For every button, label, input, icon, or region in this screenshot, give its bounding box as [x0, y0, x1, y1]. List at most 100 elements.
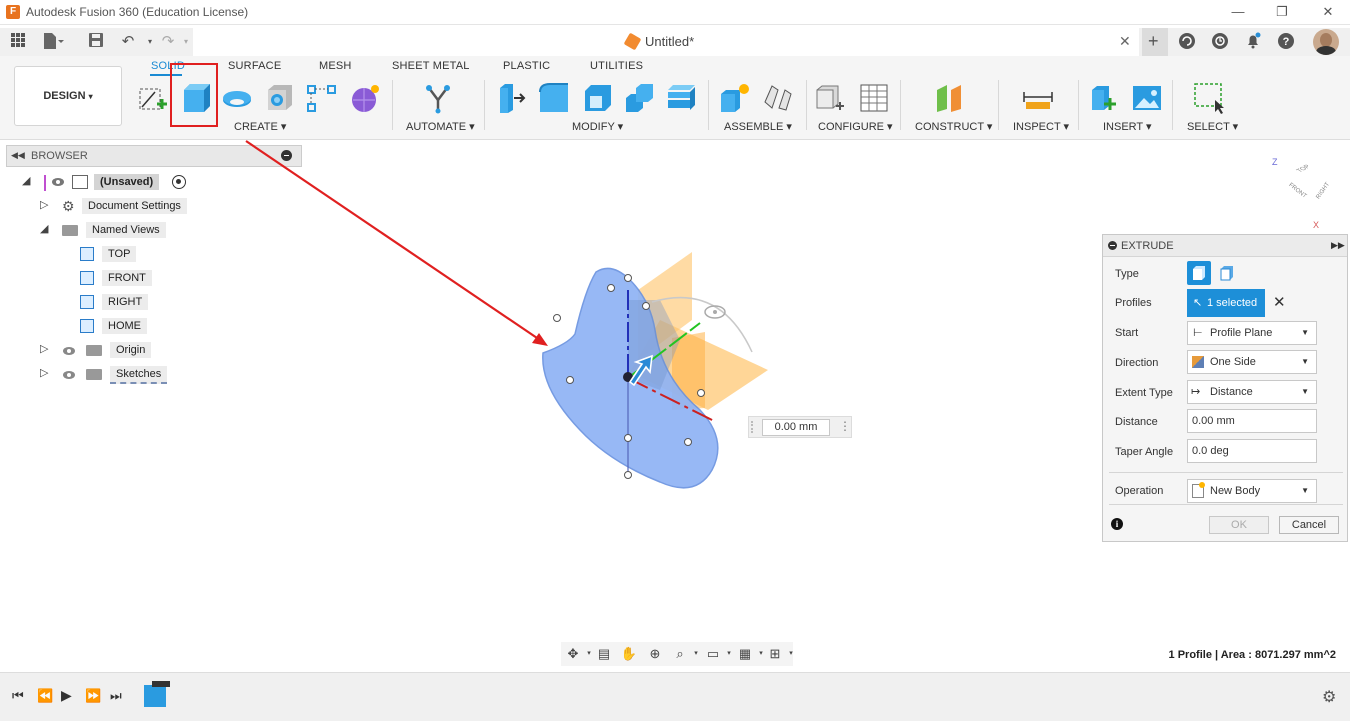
- profiles-select-button[interactable]: ↖ 1 selected: [1187, 289, 1265, 317]
- undo-icon[interactable]: ↶: [118, 32, 138, 52]
- play-icon[interactable]: ▶: [61, 687, 72, 704]
- extent-type-label: Extent Type: [1115, 387, 1173, 399]
- sketch-point[interactable]: [697, 389, 705, 397]
- timeline-sketch-feature[interactable]: [142, 681, 170, 709]
- construct-group-label[interactable]: CONSTRUCT ▾: [915, 120, 992, 133]
- tab-surface[interactable]: SURFACE: [228, 60, 281, 72]
- help-icon[interactable]: ?: [1276, 32, 1296, 52]
- select-group-label[interactable]: SELECT ▾: [1187, 120, 1238, 133]
- workspace-switcher-button[interactable]: DESIGN ▾: [14, 66, 122, 126]
- insert-group-label[interactable]: INSERT ▾: [1103, 120, 1152, 133]
- viewcube-x-label: X: [1313, 220, 1320, 230]
- create-form-icon[interactable]: [349, 82, 381, 114]
- create-group-label[interactable]: CREATE ▾: [234, 120, 286, 133]
- cancel-button[interactable]: Cancel: [1279, 516, 1339, 534]
- viewports-dropdown-icon[interactable]: ▾: [781, 645, 801, 663]
- sketch-point[interactable]: [566, 376, 574, 384]
- save-icon[interactable]: [86, 32, 106, 52]
- pan-hand-icon[interactable]: ✋: [619, 645, 639, 663]
- minimize-button[interactable]: —: [1228, 3, 1248, 21]
- timeline-settings-gear-icon[interactable]: ⚙: [1322, 687, 1336, 707]
- split-body-icon[interactable]: [666, 82, 698, 114]
- press-pull-icon[interactable]: [496, 82, 528, 114]
- type-solid-button[interactable]: [1187, 261, 1211, 285]
- configure-table-icon[interactable]: [814, 82, 846, 114]
- sketch-point[interactable]: [607, 284, 615, 292]
- viewport-canvas[interactable]: [0, 140, 1100, 640]
- clear-selection-icon[interactable]: ✕: [1273, 293, 1286, 311]
- sync-icon[interactable]: [1177, 32, 1197, 52]
- revolve-icon[interactable]: [221, 82, 253, 114]
- hole-icon[interactable]: [264, 82, 296, 114]
- insert-derive-icon[interactable]: [1088, 82, 1120, 114]
- automate-icon[interactable]: [422, 82, 454, 114]
- joint-icon[interactable]: [762, 82, 794, 114]
- offset-plane-icon[interactable]: [934, 82, 966, 114]
- file-menu-icon[interactable]: [42, 32, 64, 52]
- go-to-end-icon[interactable]: ⏭: [110, 688, 122, 704]
- new-tab-button[interactable]: +: [1142, 28, 1168, 56]
- dialog-divider: [1109, 504, 1343, 505]
- start-dropdown[interactable]: ⊢ Profile Plane ▼: [1187, 321, 1317, 345]
- measure-icon[interactable]: [1022, 82, 1054, 114]
- profiles-selected-label: 1 selected: [1207, 297, 1258, 309]
- tab-mesh[interactable]: MESH: [319, 60, 352, 72]
- taper-angle-field[interactable]: 0.0 deg: [1187, 439, 1317, 463]
- data-panel-grid-icon[interactable]: [8, 32, 28, 52]
- configure-grid-icon[interactable]: [858, 82, 890, 114]
- drag-grip-icon[interactable]: [751, 421, 757, 433]
- distance-floating-input: 0.00 mm ⋮: [748, 416, 852, 438]
- maximize-button[interactable]: ❐: [1272, 3, 1292, 21]
- extent-type-dropdown[interactable]: ↦ Distance ▼: [1187, 380, 1317, 404]
- sketch-point[interactable]: [624, 471, 632, 479]
- sketch-point[interactable]: [624, 434, 632, 442]
- step-forward-icon[interactable]: ⏩: [85, 688, 101, 704]
- tab-plastic[interactable]: PLASTIC: [503, 60, 550, 72]
- modify-group-label[interactable]: MODIFY ▾: [572, 120, 623, 133]
- step-back-icon[interactable]: ⏪: [37, 688, 53, 704]
- go-to-start-icon[interactable]: ⏮: [12, 688, 24, 704]
- combine-icon[interactable]: [624, 82, 656, 114]
- user-avatar[interactable]: [1313, 29, 1339, 55]
- configure-group-label[interactable]: CONFIGURE ▾: [818, 120, 893, 133]
- assemble-group-label[interactable]: ASSEMBLE ▾: [724, 120, 792, 133]
- shell-icon[interactable]: [582, 82, 614, 114]
- tab-sheet-metal[interactable]: SHEET METAL: [392, 60, 470, 72]
- document-title: Untitled*: [645, 34, 695, 49]
- look-at-icon[interactable]: ▤: [594, 645, 614, 663]
- insert-image-icon[interactable]: [1131, 82, 1163, 114]
- distance-input-field[interactable]: 0.00 mm: [762, 419, 830, 436]
- collapse-dialog-icon[interactable]: [1108, 241, 1117, 250]
- notifications-bell-icon[interactable]: [1243, 32, 1263, 52]
- zoom-icon[interactable]: ⊕: [645, 645, 665, 663]
- extrude-header[interactable]: EXTRUDE ▶▶: [1103, 235, 1347, 257]
- distance-field[interactable]: 0.00 mm: [1187, 409, 1317, 433]
- extrude-highlight-box: [170, 63, 218, 127]
- sketch-point[interactable]: [642, 302, 650, 310]
- tab-utilities[interactable]: UTILITIES: [590, 60, 643, 72]
- type-thin-button[interactable]: [1219, 265, 1235, 281]
- close-tab-icon[interactable]: ✕: [1119, 33, 1131, 50]
- ok-button[interactable]: OK: [1209, 516, 1269, 534]
- new-component-icon[interactable]: [719, 82, 751, 114]
- direction-dropdown[interactable]: One Side ▼: [1187, 350, 1317, 374]
- sketch-point[interactable]: [624, 274, 632, 282]
- create-sketch-icon[interactable]: [137, 82, 169, 114]
- pattern-icon[interactable]: [306, 82, 338, 114]
- type-label: Type: [1115, 268, 1139, 280]
- more-options-icon[interactable]: ⋮: [839, 419, 851, 433]
- undo-dropdown-icon[interactable]: ▾: [140, 32, 160, 52]
- automate-group-label[interactable]: AUTOMATE ▾: [406, 120, 475, 133]
- info-icon[interactable]: i: [1111, 518, 1123, 530]
- sketch-point[interactable]: [684, 438, 692, 446]
- close-window-button[interactable]: ✕: [1318, 3, 1338, 21]
- select-window-icon[interactable]: [1193, 82, 1225, 114]
- document-tab[interactable]: Untitled* ✕: [193, 28, 1139, 56]
- expand-dialog-icon[interactable]: ▶▶: [1331, 240, 1345, 251]
- job-status-icon[interactable]: [1210, 32, 1230, 52]
- inspect-group-label[interactable]: INSPECT ▾: [1013, 120, 1069, 133]
- redo-icon[interactable]: ↷: [158, 32, 178, 52]
- operation-dropdown[interactable]: New Body ▼: [1187, 479, 1317, 503]
- fillet-icon[interactable]: [538, 82, 570, 114]
- sketch-point[interactable]: [553, 314, 561, 322]
